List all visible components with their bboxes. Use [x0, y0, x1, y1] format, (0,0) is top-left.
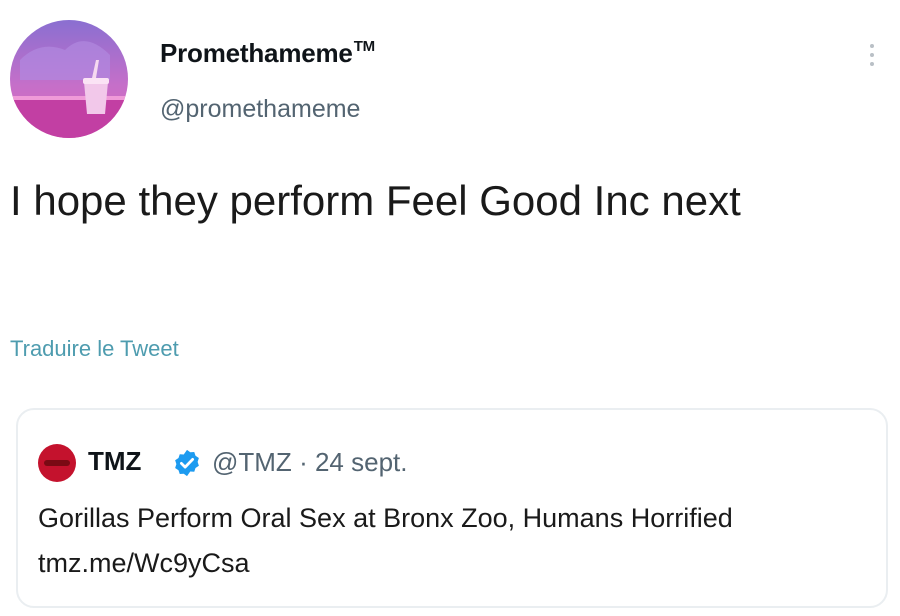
tweet-text: I hope they perform Feel Good Inc next: [10, 177, 741, 224]
quoted-tweet-avatar[interactable]: [38, 444, 76, 482]
display-name-text: Promethameme: [160, 38, 353, 68]
quoted-tweet-text: Gorillas Perform Oral Sex at Bronx Zoo, …: [38, 503, 733, 578]
quoted-tweet-meta: @TMZ · 24 sept.: [212, 447, 407, 478]
more-options-icon[interactable]: [862, 40, 882, 76]
meta-separator: ·: [299, 447, 308, 477]
quoted-tweet[interactable]: TMZ @TMZ · 24 sept. Gorillas Perform Ora…: [16, 408, 888, 608]
profile-avatar[interactable]: [10, 20, 128, 138]
quoted-tweet-date: 24 sept.: [314, 447, 408, 477]
display-name[interactable]: PromethamemeTM: [160, 38, 375, 69]
quoted-tweet-display-name[interactable]: TMZ: [88, 446, 141, 477]
avatar-image: [10, 20, 128, 138]
user-handle[interactable]: @promethameme: [160, 95, 360, 124]
translate-tweet-link[interactable]: Traduire le Tweet: [10, 336, 179, 362]
verified-badge-icon: [175, 449, 199, 477]
tweet-card: PromethamemeTM @promethameme I hope they…: [0, 0, 900, 616]
display-name-suffix: TM: [353, 38, 375, 55]
quoted-tweet-handle: @TMZ: [212, 447, 292, 477]
